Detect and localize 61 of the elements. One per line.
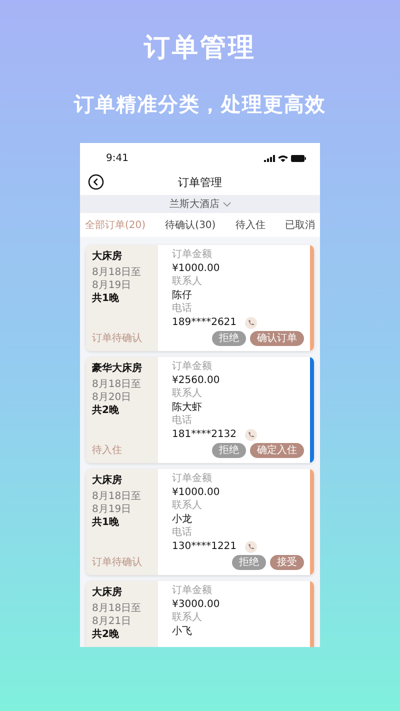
check-out-date: 8月19日 [92,503,132,516]
order-card[interactable]: 大床房 8月18日至 8月19日 共1晚 订单待确认 订单金额 ¥1000.00 联系人 小龙 电话 130****1221 拒绝 接受 [86,469,314,575]
check-in-date: 8月18日至 [92,490,142,503]
check-in-date: 8月18日至 [92,378,142,391]
order-card[interactable]: 大床房 8月18日至 8月19日 共1晚 订单待确认 订单金额 ¥1000.00 联系人 陈仔 电话 189****2621 拒绝 确认订单 [86,245,314,351]
order-amount: ¥1000.00 [172,486,221,500]
room-type: 大床房 [92,474,123,488]
room-type: 豪华大床房 [92,362,143,376]
nights-count: 共2晚 [92,628,120,642]
order-status: 待入住 [92,444,123,458]
order-status: 订单待确认 [92,332,143,346]
phone-label: 电话 [172,303,193,315]
contact-label: 联系人 [172,612,203,624]
subheadline: 订单精准分类，处理更高效 [74,91,326,118]
contact-label: 联系人 [172,500,203,512]
order-amount: ¥2560.00 [172,374,221,388]
amount-label: 订单金额 [172,585,213,597]
order-amount: ¥1000.00 [172,262,221,276]
order-amount: ¥3000.00 [172,598,221,612]
battery-icon [291,154,306,162]
nights-count: 共2晚 [92,404,120,418]
signal-icon [264,154,275,162]
order-tab[interactable]: 已取消 [284,218,315,232]
check-out-date: 8月21日 [92,615,132,628]
phone-label: 电话 [172,527,193,539]
check-in-date: 8月18日至 [92,266,142,279]
room-type: 大床房 [92,586,123,600]
contact-name: 小飞 [172,624,193,639]
contact-label: 联系人 [172,388,203,400]
back-icon[interactable] [88,174,104,190]
page-title: 订单管理 [177,174,223,190]
amount-label: 订单金额 [172,473,213,485]
phone-icon[interactable] [244,540,257,552]
wifi-icon [278,154,288,162]
status-time: 9:41 [106,152,128,164]
amount-label: 订单金额 [172,361,213,373]
check-out-date: 8月19日 [92,279,132,292]
phone-number: 181****2132 [172,428,237,442]
phone-icon[interactable] [244,316,257,328]
hotel-selector[interactable]: 兰斯大酒店 [80,195,320,213]
nights-count: 共1晚 [92,292,120,306]
check-out-date: 8月20日 [92,391,132,404]
phone-icon[interactable] [244,428,257,440]
contact-name: 陈仔 [172,289,193,302]
order-status: 订单待确认 [92,556,143,570]
contact-label: 联系人 [172,276,203,288]
order-card[interactable]: 豪华大床房 8月18日至 8月20日 共2晚 待入住 订单金额 ¥2560.00 联系人 陈大虾 电话 181****2132 拒绝 确定入住 [86,357,314,463]
contact-name: 陈大虾 [172,400,203,414]
nights-count: 共1晚 [92,516,120,530]
phone-label: 电话 [172,415,193,427]
phone-number: 189****2621 [172,316,237,330]
amount-label: 订单金额 [172,249,213,261]
phone-number: 130****1221 [172,540,237,554]
room-type: 大床房 [92,250,123,264]
check-in-date: 8月18日至 [92,602,142,615]
chevron-down-icon[interactable] [222,202,230,206]
contact-name: 小龙 [172,512,193,526]
order-tab[interactable]: 待确认(30) [165,218,216,232]
order-card[interactable]: 大床房 8月18日至 8月21日 共2晚 订单金额 ¥3000.00 联系人 小飞 [86,581,314,647]
order-tab[interactable]: 待入住 [235,218,266,232]
headline: 订单管理 [144,32,256,65]
